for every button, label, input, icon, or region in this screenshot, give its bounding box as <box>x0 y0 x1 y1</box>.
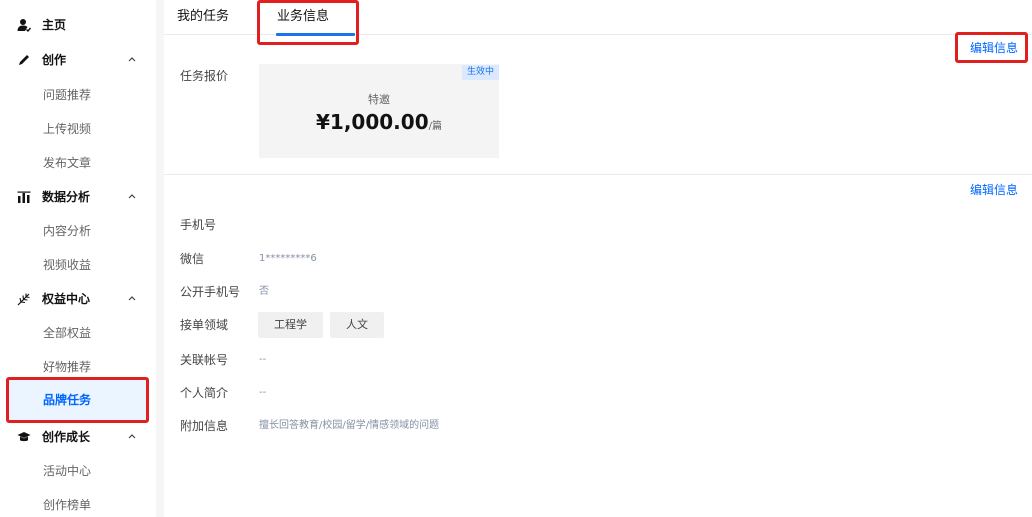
sidebar-group-label: 创作成长 <box>42 430 91 444</box>
sidebar-item-label: 内容分析 <box>43 224 92 238</box>
highlight-box-brand-task <box>6 377 149 423</box>
sidebar-item-all-benefits[interactable]: 全部权益 <box>0 316 156 350</box>
extra-info-label: 附加信息 <box>180 419 229 433</box>
sidebar-group-label: 数据分析 <box>42 190 91 204</box>
sidebar-item-question-recommend[interactable]: 问题推荐 <box>0 78 156 112</box>
chevron-up-icon[interactable] <box>127 191 137 201</box>
sidebar-group-create[interactable]: 创作 <box>0 43 156 77</box>
linked-account-label: 关联帐号 <box>180 353 229 367</box>
sidebar-item-label: 好物推荐 <box>43 360 92 374</box>
sidebar-group-analytics[interactable]: 数据分析 <box>0 180 156 214</box>
domains-label: 接单领域 <box>180 318 229 332</box>
user-icon <box>17 19 31 32</box>
price-amount: ¥1,000.00 <box>316 110 429 134</box>
chevron-up-icon[interactable] <box>127 293 137 303</box>
sidebar-group-label: 权益中心 <box>42 292 91 306</box>
bio-label: 个人简介 <box>180 386 229 400</box>
sidebar-group-benefits[interactable]: 权益中心 <box>0 282 156 316</box>
public-phone-label: 公开手机号 <box>180 285 241 299</box>
sidebar-group-label: 创作 <box>42 53 67 67</box>
sidebar-item-upload-video[interactable]: 上传视频 <box>0 112 156 146</box>
sidebar-item-label: 创作榜单 <box>43 498 92 512</box>
section-divider <box>164 174 1032 175</box>
sidebar-item-label: 全部权益 <box>43 326 92 340</box>
sidebar-item-creator-ranking[interactable]: 创作榜单 <box>0 488 156 517</box>
quote-label: 任务报价 <box>180 69 229 83</box>
sidebar-item-publish-article[interactable]: 发布文章 <box>0 146 156 180</box>
sidebar-item-content-analysis[interactable]: 内容分析 <box>0 214 156 248</box>
bio-value: -- <box>259 387 267 398</box>
status-badge: 生效中 <box>461 65 499 80</box>
public-phone-value: 否 <box>259 286 269 297</box>
sidebar-item-label: 主页 <box>42 18 67 32</box>
sidebar-item-video-revenue[interactable]: 视频收益 <box>0 248 156 282</box>
linked-account-value: -- <box>259 354 267 365</box>
price-amount-row: ¥1,000.00/篇 <box>259 109 499 140</box>
domain-chip: 工程学 <box>258 312 323 338</box>
sidebar-separator <box>156 0 164 517</box>
chevron-up-icon[interactable] <box>127 54 137 64</box>
highlight-box-business-info-tab <box>257 0 359 45</box>
wechat-value: 1*********6 <box>259 253 317 264</box>
tab-my-tasks[interactable]: 我的任务 <box>177 8 229 26</box>
sidebar-item-label: 问题推荐 <box>43 88 92 102</box>
sidebar-item-label: 发布文章 <box>43 156 92 170</box>
sidebar-group-growth[interactable]: 创作成长 <box>0 420 156 454</box>
edit-info-link[interactable]: 编辑信息 <box>970 182 1018 198</box>
graduation-cap-icon <box>17 432 31 442</box>
phone-label: 手机号 <box>180 218 217 232</box>
sidebar-item-label: 活动中心 <box>43 464 92 478</box>
main-content: 我的任务 业务信息 编辑信息 任务报价 生效中 特邀 ¥1,000.00/篇 编… <box>164 0 1032 517</box>
sidebar: 主页 创作 问题推荐 上传视频 发布文章 数据分析 内容分析 视频收益 权益中心… <box>0 0 156 517</box>
price-kind: 特邀 <box>368 93 390 106</box>
leaf-icon <box>17 293 30 306</box>
highlight-box-edit-quote <box>955 32 1028 63</box>
wechat-label: 微信 <box>180 252 205 266</box>
sidebar-item-home[interactable]: 主页 <box>0 8 156 42</box>
sidebar-item-activity-center[interactable]: 活动中心 <box>0 454 156 488</box>
app-root: 主页 创作 问题推荐 上传视频 发布文章 数据分析 内容分析 视频收益 权益中心… <box>0 0 1032 517</box>
price-unit: /篇 <box>428 121 442 132</box>
bar-chart-icon <box>17 191 31 203</box>
extra-info-value: 擅长回答教育/校园/留学/情感领域的问题 <box>259 420 440 431</box>
sidebar-item-label: 上传视频 <box>43 122 92 136</box>
domain-chip: 人文 <box>330 312 384 338</box>
sidebar-item-label: 视频收益 <box>43 258 92 272</box>
chevron-up-icon[interactable] <box>127 431 137 441</box>
price-card: 生效中 特邀 ¥1,000.00/篇 <box>259 64 499 158</box>
pencil-icon <box>19 55 29 65</box>
